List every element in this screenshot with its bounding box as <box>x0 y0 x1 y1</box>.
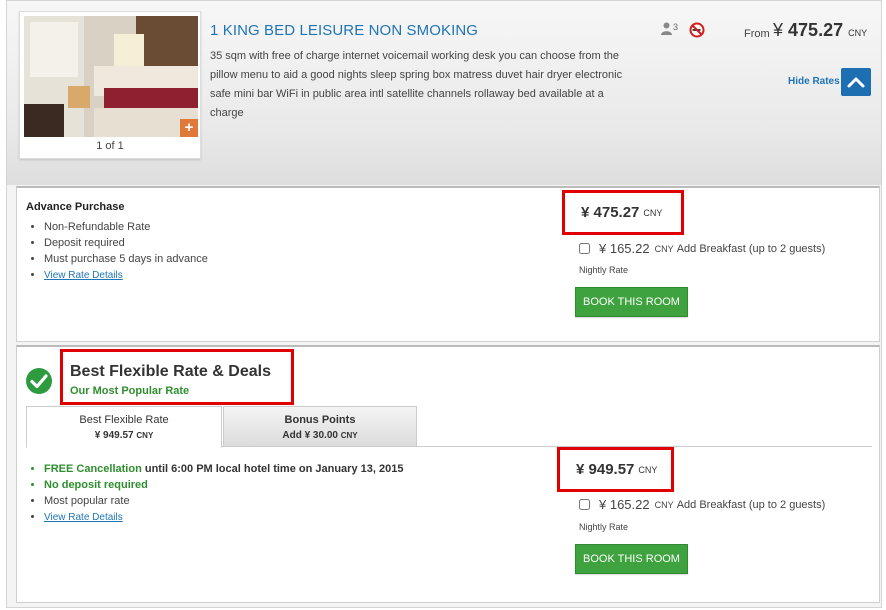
free-cancellation-label: FREE Cancellation <box>44 463 142 475</box>
rate-heading: Best Flexible Rate & Deals Our Most Popu… <box>60 349 294 405</box>
tab-value: Add ¥ 30.00 CNY <box>282 430 358 441</box>
list-item: Deposit required <box>44 235 208 251</box>
addon-label: Add Breakfast (up to 2 guests) <box>676 242 826 255</box>
breakfast-checkbox[interactable] <box>579 499 590 510</box>
price-currency-symbol: ¥ <box>576 461 585 478</box>
addon-currency: CNY <box>654 499 674 510</box>
breakfast-checkbox[interactable] <box>579 243 590 254</box>
no-smoking-icon <box>689 22 705 43</box>
breakfast-addon: ¥ 165.22 CNY Add Breakfast (up to 2 gues… <box>579 241 825 256</box>
room-photo-card: + 1 of 1 <box>19 11 201 159</box>
book-room-button[interactable]: BOOK THIS ROOM <box>575 544 688 574</box>
price-amount: 949.57 <box>588 461 635 478</box>
hide-rates-button[interactable] <box>841 68 871 96</box>
rate-price: ¥ 475.27 CNY <box>562 190 684 235</box>
tab-label: Bonus Points <box>284 414 356 426</box>
person-icon <box>661 22 672 35</box>
price-currency: CNY <box>638 464 658 475</box>
from-label: From <box>744 28 770 40</box>
tab-best-flexible-rate[interactable]: Best Flexible Rate ¥ 949.57 CNY <box>26 406 222 448</box>
addon-currency: CNY <box>654 243 674 254</box>
photo-count: 1 of 1 <box>96 140 124 152</box>
from-currency-symbol: ¥ <box>773 20 784 40</box>
rate-panel-advance-purchase: Advance Purchase Non-Refundable Rate Dep… <box>16 186 880 342</box>
from-price-amount: 475.27 <box>788 20 844 40</box>
list-item: Non-Refundable Rate <box>44 219 208 235</box>
rate-price: ¥ 949.57 CNY <box>557 447 674 492</box>
rate-subtitle: Our Most Popular Rate <box>70 385 190 397</box>
from-price: ¥ 475.27 CNY <box>773 20 867 41</box>
hide-rates-link[interactable]: Hide Rates <box>788 76 840 87</box>
tab-label: Best Flexible Rate <box>79 414 169 426</box>
rate-panel-best-flexible: Best Flexible Rate & Deals Our Most Popu… <box>16 345 880 603</box>
room-photo[interactable]: + <box>24 16 198 137</box>
room-title[interactable]: 1 KING BED LEISURE NON SMOKING <box>210 22 478 39</box>
nightly-rate-label: Nightly Rate <box>579 265 629 275</box>
room-description: 35 sqm with free of charge internet voic… <box>210 50 623 119</box>
list-item: No deposit required <box>44 477 403 493</box>
list-item: Most popular rate <box>44 493 403 509</box>
rate-name: Best Flexible Rate & Deals <box>70 363 271 380</box>
addon-price: ¥ 165.22 <box>599 497 650 512</box>
list-item: View Rate Details <box>44 267 208 284</box>
rate-name: Advance Purchase <box>26 201 125 213</box>
tab-bonus-points[interactable]: Bonus Points Add ¥ 30.00 CNY <box>223 406 417 447</box>
cancellation-deadline: until 6:00 PM local hotel time on Januar… <box>141 463 404 475</box>
from-price-currency: CNY <box>848 28 868 38</box>
occupancy-indicator: 3 <box>660 22 678 35</box>
list-item: Must purchase 5 days in advance <box>44 251 208 267</box>
breakfast-addon: ¥ 165.22 CNY Add Breakfast (up to 2 gues… <box>579 497 825 512</box>
view-rate-details-link[interactable]: View Rate Details <box>44 512 123 523</box>
occupancy-count: 3 <box>673 22 679 32</box>
price-amount: 475.27 <box>593 204 640 221</box>
chevron-up-icon <box>847 77 865 88</box>
rate-tabs: Best Flexible Rate ¥ 949.57 CNY Bonus Po… <box>26 406 872 448</box>
addon-price: ¥ 165.22 <box>599 241 650 256</box>
rate-features: Non-Refundable Rate Deposit required Mus… <box>44 219 208 284</box>
room-rate-container: + 1 of 1 1 KING BED LEISURE NON SMOKING … <box>6 0 882 608</box>
view-rate-details-link[interactable]: View Rate Details <box>44 270 123 281</box>
list-item: FREE Cancellation until 6:00 PM local ho… <box>44 461 403 477</box>
rate-features: FREE Cancellation until 6:00 PM local ho… <box>44 461 403 526</box>
room-header: + 1 of 1 1 KING BED LEISURE NON SMOKING … <box>7 1 881 185</box>
list-item: View Rate Details <box>44 509 403 526</box>
book-room-button[interactable]: BOOK THIS ROOM <box>575 287 688 317</box>
plus-icon[interactable]: + <box>180 119 198 137</box>
price-currency: CNY <box>643 207 663 218</box>
tab-value: ¥ 949.57 CNY <box>94 430 154 441</box>
price-currency-symbol: ¥ <box>581 204 590 221</box>
nightly-rate-label: Nightly Rate <box>579 522 629 532</box>
checkmark-circle-icon <box>25 367 53 400</box>
addon-label: Add Breakfast (up to 2 guests) <box>676 498 826 511</box>
